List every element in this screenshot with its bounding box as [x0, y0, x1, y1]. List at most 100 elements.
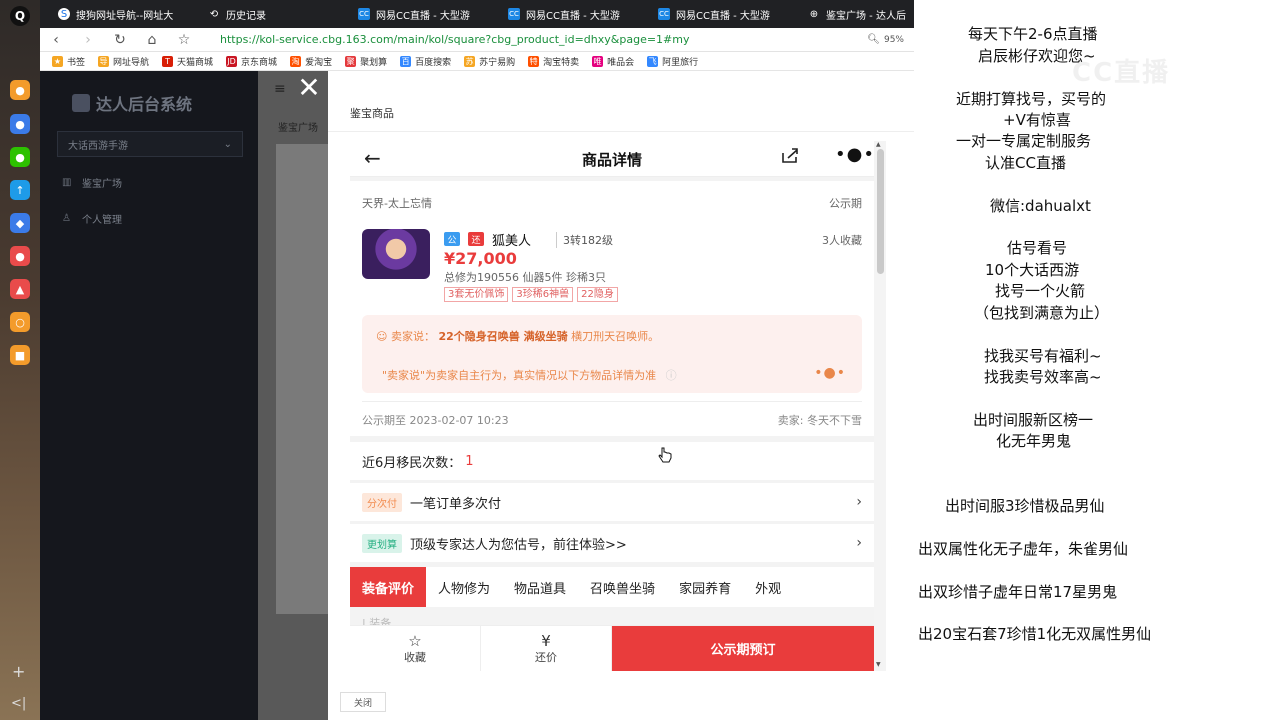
content-card — [276, 144, 328, 614]
scroll-down-icon[interactable]: ▼ — [876, 661, 881, 668]
bookmark-icon: 导 — [98, 55, 110, 67]
overlay-line: 估号看号 — [1007, 239, 1068, 257]
scrollbar[interactable]: ▲ ▼ — [874, 141, 886, 671]
overlay-line: 近期打算找号，买号的 — [956, 90, 1107, 108]
bookmark-item[interactable]: 淘爱淘宝 — [290, 55, 332, 68]
overlay-line: 出双珍惜子虚年日常17星男鬼 — [918, 583, 1118, 601]
scroll-thumb[interactable] — [877, 149, 884, 274]
bookmark-item[interactable]: 导网址导航 — [98, 55, 149, 68]
nav-item-personal[interactable]: ♙ 个人管理 — [62, 211, 122, 226]
detail-tabs: 装备评价 人物修为 物品道具 召唤兽坐骑 家园养育 外观 — [350, 567, 874, 607]
collapse-icon[interactable]: <| — [11, 696, 26, 711]
breadcrumb: 鉴宝广场 — [278, 123, 318, 134]
search-app-icon[interactable]: ○ — [10, 312, 30, 332]
add-icon[interactable]: + — [12, 662, 25, 681]
more-icon[interactable]: •●• — [835, 144, 874, 165]
back-icon[interactable]: ‹ — [40, 32, 72, 48]
admin-main-dimmed: ≡ 鉴宝广场 — [258, 71, 328, 720]
game-select[interactable]: 大话西游手游 ⌄ — [57, 131, 243, 157]
bookmark-item[interactable]: T 天猫商城 — [162, 55, 213, 68]
browser-tab[interactable]: ⟲ 历史记录 — [190, 0, 340, 28]
evaluation-row[interactable]: 更划算 顶级专家达人为您估号，前往体验>> › — [350, 524, 874, 562]
pdf-icon[interactable]: ▲ — [10, 279, 30, 299]
bookmark-icon: 淘 — [290, 55, 302, 67]
bookmark-item[interactable]: 苏苏宁易购 — [464, 55, 515, 68]
overlay-line: （包找到满意为止） — [974, 304, 1110, 322]
star-icon[interactable]: ☆ — [168, 32, 200, 48]
tab-items[interactable]: 物品道具 — [502, 567, 578, 607]
bargain-label: 还价 — [535, 650, 557, 664]
bargain-button[interactable]: ¥ 还价 — [481, 626, 612, 671]
bookmark-icon: 百 — [400, 55, 412, 67]
more-dots-icon[interactable]: •●• — [814, 365, 846, 381]
browser-tab[interactable]: CC 网易CC直播 - 大型游 — [340, 0, 490, 28]
drawer-title: 鉴宝商品 — [350, 107, 394, 120]
app-orange-icon[interactable]: ● — [10, 80, 30, 100]
tab-title: 鉴宝广场 - 达人后 — [826, 10, 906, 22]
bookmark-item[interactable]: 特淘宝特卖 — [528, 55, 579, 68]
app-red-icon[interactable]: ● — [10, 246, 30, 266]
character-avatar[interactable] — [362, 229, 430, 279]
seller-says-rest: 横刀刑天召唤师。 — [571, 330, 660, 343]
bank-icon: ▥ — [62, 177, 72, 188]
game-select-value: 大话西游手游 — [68, 140, 128, 152]
tab-equipment[interactable]: 装备评价 — [350, 567, 427, 607]
overlay-line: 找我卖号效率高~ — [984, 368, 1102, 386]
installment-pill: 分次付 — [362, 492, 402, 512]
nav-item-square[interactable]: ▥ 鉴宝广场 — [62, 175, 122, 190]
close-icon[interactable]: ✕ — [294, 74, 324, 104]
browser-tab[interactable]: CC 网易CC直播 - 大型游 — [490, 0, 640, 28]
app-yellow-icon[interactable]: ■ — [10, 345, 30, 365]
yen-icon: ¥ — [541, 631, 551, 650]
bookmark-item[interactable]: 飞阿里旅行 — [647, 55, 698, 68]
help-icon[interactable]: ⓘ — [666, 369, 677, 382]
zoom-level[interactable]: 95% — [884, 35, 904, 45]
bookmark-icon: 聚 — [345, 55, 357, 67]
bookmark-icon: ★ — [52, 55, 63, 67]
action-bar: ☆ 收藏 ¥ 还价 公示期预订 — [350, 625, 874, 671]
home-icon[interactable]: ⌂ — [136, 32, 168, 48]
product-drawer: 鉴宝商品 ← 商品详情 •●• 天界-太上忘情 公示期 公 还 狐美人 3转18… — [328, 71, 914, 720]
bookmark-label: 苏宁易购 — [479, 57, 516, 68]
scroll-up-icon[interactable]: ▲ — [876, 141, 881, 148]
search-icon[interactable]: 🔍︎ — [867, 34, 880, 45]
bookmark-label: 天猫商城 — [177, 57, 214, 68]
share-icon[interactable] — [780, 147, 800, 165]
bookmark-label: 阿里旅行 — [662, 57, 699, 68]
bookmark-item[interactable]: 唯唯品会 — [592, 55, 634, 68]
installment-row[interactable]: 分次付 一笔订单多次付 › — [350, 483, 874, 521]
wechat-icon[interactable]: ● — [10, 147, 30, 167]
reserve-button[interactable]: 公示期预订 — [612, 626, 874, 671]
admin-sidebar: 达人后台系统 大话西游手游 ⌄ ▥ 鉴宝广场 ♙ 个人管理 — [40, 71, 258, 720]
browser-logo-icon[interactable]: Q — [10, 6, 30, 26]
bookmark-item[interactable]: JD 京东商城 — [226, 55, 277, 68]
tab-home[interactable]: 家园养育 — [667, 567, 743, 607]
browser-tab[interactable]: CC 网易CC直播 - 大型游 — [640, 0, 790, 28]
reload-icon[interactable]: ↻ — [104, 32, 136, 48]
app-blue-icon[interactable]: ● — [10, 114, 30, 134]
bookmark-item[interactable]: 聚聚划算 — [345, 55, 387, 68]
forward-icon[interactable]: › — [72, 32, 104, 48]
tab-appearance[interactable]: 外观 — [743, 567, 793, 607]
app-cyan-icon[interactable]: ↑ — [10, 180, 30, 200]
hand-cursor-icon — [658, 447, 672, 463]
detail-header: ← 商品详情 •●• — [350, 141, 874, 177]
tab-title: 历史记录 — [226, 10, 266, 22]
stream-overlay-panel: CC直播 每天下午2-6点直播 启辰彬仔欢迎您~ 近期打算找号，买号的 +V有惊… — [914, 0, 1280, 720]
tag: 3珍稀6神兽 — [512, 287, 574, 302]
close-button[interactable]: 关闭 — [340, 692, 386, 712]
bookmark-item[interactable]: ★ 书签 — [52, 55, 85, 68]
browser-tab[interactable]: S 搜狗网址导航--网址大 — [40, 0, 190, 28]
url-field[interactable]: https://kol-service.cbg.163.com/main/kol… — [220, 33, 867, 46]
tab-summons[interactable]: 召唤兽坐骑 — [578, 567, 667, 607]
overlay-line: 找号一个火箭 — [995, 282, 1086, 300]
bookmark-label: 淘宝特卖 — [543, 57, 580, 68]
bookmark-label: 书签 — [67, 57, 86, 68]
bookmark-item[interactable]: 百百度搜索 — [400, 55, 451, 68]
tab-cultivation[interactable]: 人物修为 — [426, 567, 502, 607]
migration-count: 1 — [465, 453, 474, 469]
menu-toggle-icon[interactable]: ≡ — [274, 81, 286, 97]
browser-tab-active[interactable]: ⊕ 鉴宝广场 - 达人后 — [790, 0, 914, 28]
game-controller-icon[interactable]: ◆ — [10, 213, 30, 233]
favorite-button[interactable]: ☆ 收藏 — [350, 626, 481, 671]
